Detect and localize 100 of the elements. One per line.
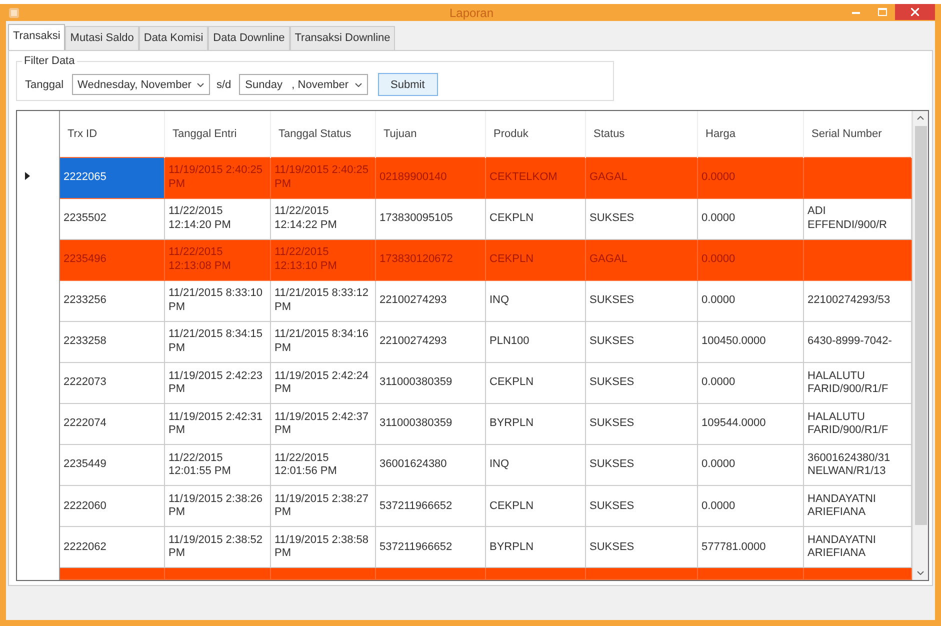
table-cell: INQ xyxy=(490,458,510,470)
table-cell: 0.0000 xyxy=(702,253,736,266)
app-icon xyxy=(8,6,20,18)
table-cell: 11/21/2015 8:33:12 PM xyxy=(274,287,368,314)
table-cell: HANDAYATNI ARIEFIANA xyxy=(808,492,876,518)
table-cell: 22100274293 xyxy=(380,294,447,306)
table-cell: 11/22/2015 12:01:55 PM xyxy=(168,452,231,478)
table-cell: 11/19/2015 2:42:23 PM xyxy=(168,370,262,396)
table-cell: 22100274293/53 xyxy=(808,294,890,306)
table-cell: 2222065 xyxy=(64,171,106,184)
date-picker[interactable]: Sunday , November xyxy=(239,74,368,95)
table-cell: SUKSES xyxy=(590,376,634,388)
table-cell: ADI EFFENDI/900/R xyxy=(808,205,887,232)
table-cell: 2222073 xyxy=(64,376,106,388)
table-cell: 0.0000 xyxy=(702,171,736,184)
table-cell: 537211966652 xyxy=(380,540,452,553)
table-cell: 11/19/2015 2:38:26 PM xyxy=(168,492,262,518)
table-cell: GAGAL xyxy=(590,253,628,266)
tab[interactable]: Data Downline xyxy=(208,26,290,50)
tab[interactable]: Transaksi xyxy=(8,24,66,50)
table-cell: SUKSES xyxy=(590,335,634,348)
table-cell: CEKPLN xyxy=(490,253,534,266)
table-cell: 11/19/2015 2:40:25 PM xyxy=(274,164,368,190)
table-cell: CEKPLN xyxy=(490,212,534,224)
table-cell: SUKSES xyxy=(590,540,634,553)
table-cell: HANDAYATNI ARIEFIANA xyxy=(808,534,876,560)
close-button[interactable] xyxy=(895,4,935,20)
table-cell: 173830095105 xyxy=(380,212,453,224)
table-cell: HALALUTU FARID/900/R1/F xyxy=(808,370,888,396)
table-cell: 0.0000 xyxy=(702,294,736,306)
table-cell: SUKSES xyxy=(590,500,634,512)
table-cell: 11/19/2015 2:42:24 PM xyxy=(274,370,368,396)
table-cell: 577781.0000 xyxy=(702,540,766,553)
table-cell: CEKPLN xyxy=(490,500,534,512)
table-cell: 311000380359 xyxy=(380,376,452,388)
table-cell: HALALUTU FARID/900/R1/F xyxy=(808,410,888,436)
table-cell: 2235496 xyxy=(64,253,106,266)
table-cell: 0.0000 xyxy=(702,376,736,388)
table-cell: 2235449 xyxy=(64,458,106,470)
table-cell: CEKTELKOM xyxy=(490,171,558,184)
table-cell: 11/19/2015 2:42:37 PM xyxy=(274,410,368,436)
table-cell: 11/22/2015 12:13:08 PM xyxy=(168,246,231,272)
table-cell: 02189900140 xyxy=(380,171,447,184)
scrollbar-thumb[interactable] xyxy=(914,126,926,525)
table-cell: 2222060 xyxy=(64,500,106,512)
table-cell: SUKSES xyxy=(590,458,634,470)
table-cell: 2233256 xyxy=(64,294,106,306)
separator-label: s/d xyxy=(216,78,232,90)
scroll-down-icon xyxy=(917,571,924,575)
dropdown-icon xyxy=(354,82,362,86)
table-cell: 2222074 xyxy=(64,417,106,430)
submit-button[interactable]: Submit xyxy=(378,73,438,96)
row-pointer-icon xyxy=(25,172,30,180)
tab[interactable]: Mutasi Saldo xyxy=(65,26,139,50)
group-label: Filter Data xyxy=(22,55,77,67)
dropdown-icon xyxy=(197,82,204,86)
table-cell: BYRPLN xyxy=(490,417,534,430)
table-cell: 36001624380 xyxy=(380,458,447,470)
table-cell: GAGAL xyxy=(590,171,628,184)
table-cell: 2235502 xyxy=(64,212,106,224)
table-cell: SUKSES xyxy=(590,294,634,306)
table-cell: 173830120672 xyxy=(380,253,453,266)
table-cell: 0.0000 xyxy=(702,458,736,470)
table-cell: CEKPLN xyxy=(490,376,534,388)
table-cell: 311000380359 xyxy=(380,417,452,430)
window-title: Laporan xyxy=(448,6,495,20)
date-label: Tanggal xyxy=(25,78,64,90)
table-cell: 11/21/2015 8:33:10 PM xyxy=(168,287,262,314)
close-icon xyxy=(911,8,919,16)
table-cell: BYRPLN xyxy=(490,540,534,553)
scroll-up-icon xyxy=(917,116,924,120)
table-cell: 6430-8999-7042- xyxy=(808,335,892,348)
table-cell: 109544.0000 xyxy=(702,417,766,430)
table-cell: 100450.0000 xyxy=(702,335,766,348)
table-cell: INQ xyxy=(490,294,510,306)
table-cell: 11/19/2015 2:42:31 PM xyxy=(168,410,262,436)
table-cell: 11/21/2015 8:34:16 PM xyxy=(274,328,368,354)
table-cell: 537211966652 xyxy=(380,500,452,512)
table-cell: SUKSES xyxy=(590,417,634,430)
table-cell: 11/19/2015 2:38:27 PM xyxy=(274,492,368,518)
table-cell: 11/22/2015 12:14:22 PM xyxy=(274,205,337,232)
table-cell: 2233258 xyxy=(64,335,106,348)
table-cell: 11/19/2015 2:40:25 PM xyxy=(168,164,262,190)
tab[interactable]: Data Komisi xyxy=(138,26,208,50)
table-cell: 11/19/2015 2:38:52 PM xyxy=(168,534,262,560)
table-cell: SUKSES xyxy=(590,212,634,224)
table-cell: 22100274293 xyxy=(380,335,447,348)
table-cell: 11/21/2015 8:34:15 PM xyxy=(168,328,262,354)
table-cell: 0.0000 xyxy=(702,212,736,224)
table-cell: PLN100 xyxy=(490,335,530,348)
table-cell: 36001624380/31 NELWAN/R1/13 xyxy=(808,452,890,478)
table-cell: 11/19/2015 2:38:58 PM xyxy=(274,534,368,560)
tab[interactable]: Transaksi Downline xyxy=(290,26,396,50)
minimize-icon xyxy=(852,10,860,14)
table-cell: 11/22/2015 12:13:10 PM xyxy=(274,246,337,272)
date-picker[interactable]: Wednesday, November xyxy=(72,74,210,95)
table-cell: 11/22/2015 12:01:56 PM xyxy=(274,452,337,478)
vertical-scrollbar[interactable] xyxy=(912,111,928,580)
table-cell: 11/22/2015 12:14:20 PM xyxy=(168,205,231,232)
table-cell: 2222062 xyxy=(64,540,106,553)
